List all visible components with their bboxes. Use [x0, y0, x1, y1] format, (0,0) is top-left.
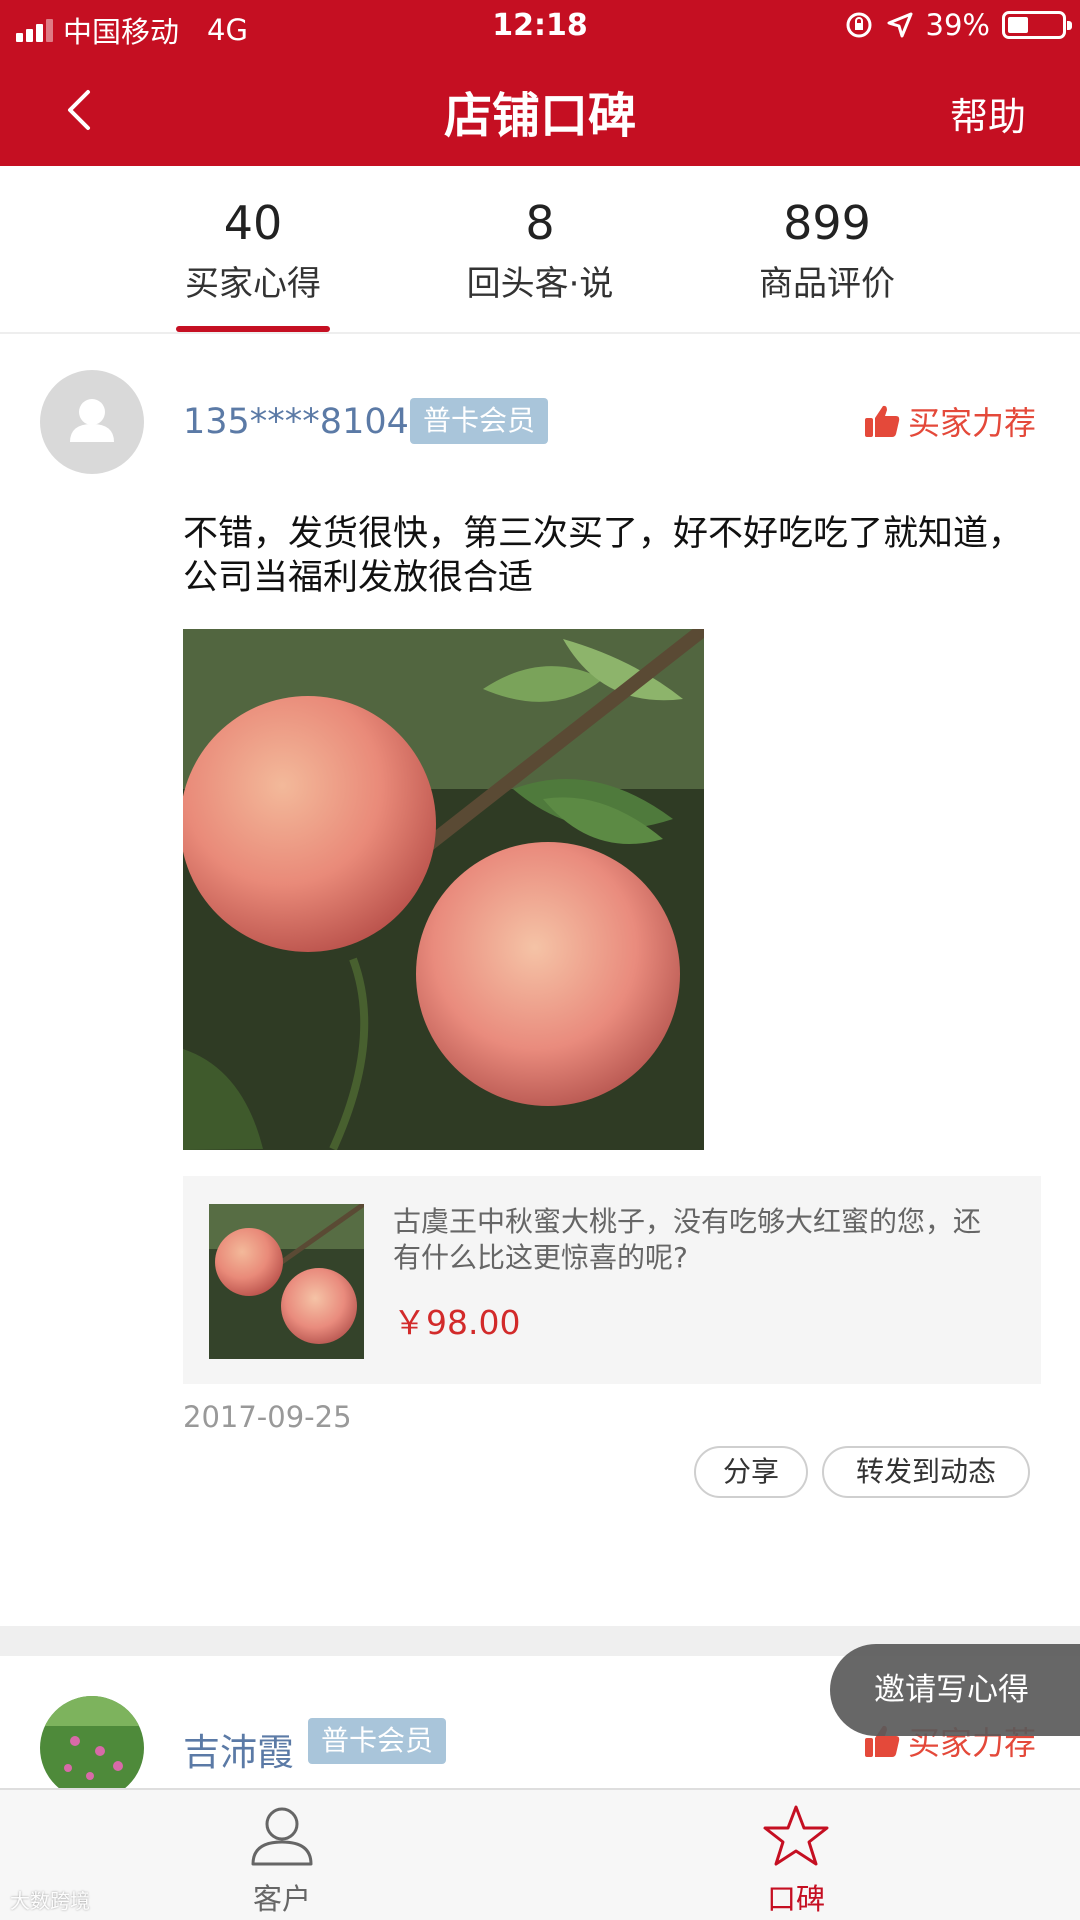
tab-buyer-experience[interactable]: 40 买家心得 — [133, 196, 373, 305]
product-card[interactable]: 古虞王中秋蜜大桃子，没有吃够大红蜜的您，还有什么比这更惊喜的呢? ￥98.00 — [183, 1176, 1041, 1384]
avatar[interactable] — [40, 370, 144, 474]
member-badge: 普卡会员 — [410, 398, 549, 444]
user-photo — [40, 1696, 144, 1788]
status-bar: 中国移动 4G 12:18 39% — [0, 0, 1080, 54]
tab-count: 40 — [223, 196, 283, 250]
tab-label: 客户 — [252, 1882, 311, 1916]
review-photo[interactable] — [183, 629, 704, 1150]
tab-customers[interactable]: 客户 — [202, 1804, 362, 1918]
avatar[interactable] — [40, 1696, 144, 1788]
nav-bar: 店铺口碑 帮助 — [0, 54, 1080, 166]
active-tab-indicator — [176, 326, 330, 332]
location-arrow-icon — [887, 12, 913, 38]
recommend-label: 买家力荐 — [907, 404, 1036, 442]
tab-label: 口碑 — [766, 1882, 825, 1916]
person-icon — [251, 1807, 313, 1866]
username[interactable]: 135****8104 — [183, 402, 409, 442]
tab-label: 买家心得 — [185, 264, 321, 304]
bottom-tab-bar: 客户 口碑 — [0, 1788, 1080, 1920]
recommend-tag: 买家力荐 — [864, 398, 1036, 444]
battery-percent: 39% — [925, 8, 990, 42]
thumbs-up-icon — [864, 405, 900, 437]
post-date: 2017-09-25 — [183, 1400, 352, 1434]
product-thumbnail — [209, 1204, 364, 1359]
star-icon — [763, 1805, 829, 1866]
tab-label: 回头客·说 — [466, 264, 614, 304]
page-title: 店铺口碑 — [443, 88, 636, 144]
share-button[interactable]: 分享 — [694, 1446, 808, 1498]
default-user-icon — [70, 399, 114, 442]
product-name: 古虞王中秋蜜大桃子，没有吃够大红蜜的您，还有什么比这更惊喜的呢? — [393, 1205, 982, 1274]
header: 中国移动 4G 12:18 39% 店铺口碑 帮助 — [0, 0, 1080, 166]
tab-returning-customers[interactable]: 8 回头客·说 — [420, 196, 660, 305]
forward-to-feed-button[interactable]: 转发到动态 — [822, 1446, 1030, 1498]
tab-count: 899 — [783, 196, 871, 250]
tab-product-reviews[interactable]: 899 商品评价 — [707, 196, 947, 305]
review-post: 135****8104 普卡会员 买家力荐 不错，发货很快，第三次买了，好不好吃… — [0, 336, 1080, 1626]
product-price: ￥98.00 — [393, 1303, 521, 1342]
help-button[interactable]: 帮助 — [950, 86, 1026, 141]
battery-icon — [1002, 11, 1072, 39]
invite-write-review-button[interactable]: 邀请写心得 — [830, 1644, 1080, 1736]
username[interactable]: 吉沛霞 — [183, 1722, 294, 1776]
rotation-lock-icon — [846, 12, 872, 38]
member-badge: 普卡会员 — [308, 1718, 447, 1764]
tab-reputation[interactable]: 口碑 — [716, 1804, 876, 1918]
watermark: 大数跨境 — [10, 1889, 90, 1913]
post-text: 不错，发货很快，第三次买了，好不好吃吃了就知道，公司当福利发放很合适 — [183, 514, 1024, 598]
review-tabs: 40 买家心得 8 回头客·说 899 商品评价 — [0, 166, 1080, 334]
tab-count: 8 — [525, 196, 555, 250]
tab-label: 商品评价 — [759, 264, 895, 304]
